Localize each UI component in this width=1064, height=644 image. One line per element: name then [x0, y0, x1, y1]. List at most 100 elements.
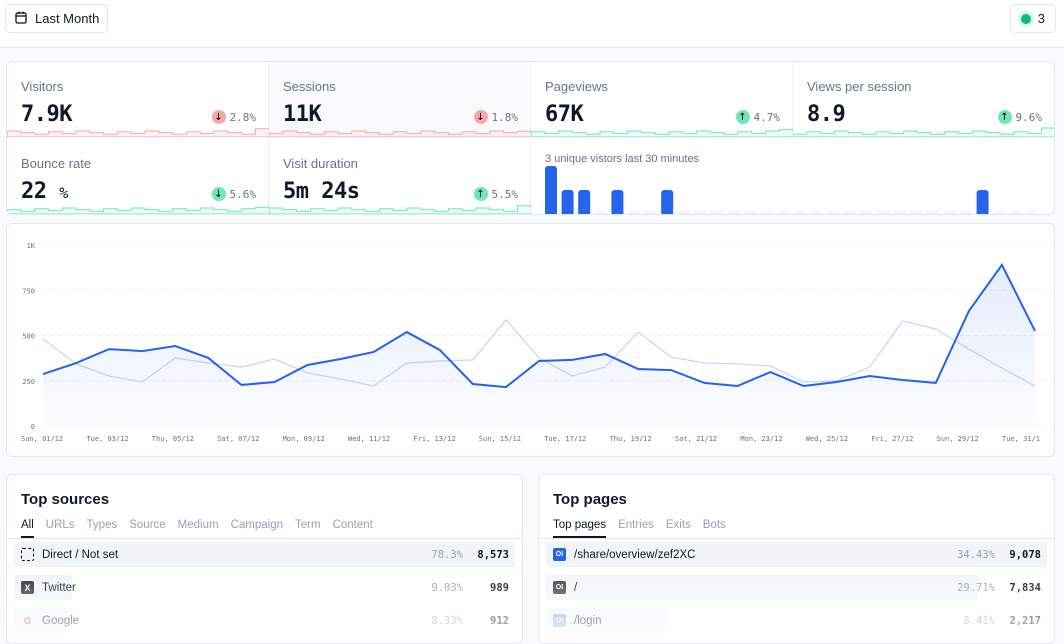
realtime-bar-empty [844, 212, 856, 214]
x-tick-label: Sat, 07/12 [217, 435, 259, 443]
arrow-down-icon: ↓ [474, 110, 488, 124]
tab-exits[interactable]: Exits [666, 519, 691, 538]
realtime-bar-empty [595, 212, 607, 214]
kpi-visit-duration[interactable]: Visit duration 5m 24s ↑5.5% [269, 139, 531, 215]
kpi-change: ↓2.8% [212, 110, 257, 124]
realtime-bar [611, 190, 623, 214]
x-tick-label: Thu, 19/12 [610, 435, 652, 443]
kpi-sparkline [7, 123, 269, 137]
tab-term[interactable]: Term [295, 519, 321, 538]
top-pages-panel: Top pages Top pages Entries Exits Bots OI /… [538, 474, 1055, 644]
realtime-count: 3 [1038, 11, 1045, 26]
row-count: 9,078 [1009, 549, 1041, 561]
realtime-bar-empty [877, 212, 889, 214]
top-sources-tabs: All URLs Types Source Medium Campaign Term Cont… [21, 519, 373, 538]
x-tick-label: Wed, 11/12 [348, 435, 390, 443]
y-tick-label: 250 [22, 378, 35, 386]
kpi-card: Visitors 7.9K ↓2.8%Sessions 11K ↓1.8%Pag… [6, 61, 1055, 215]
realtime-label: 3 unique vistors last 30 minutes [545, 153, 699, 165]
tab-all[interactable]: All [21, 519, 34, 538]
realtime-bar-empty [1010, 212, 1022, 214]
tab-source[interactable]: Source [129, 519, 165, 538]
tab-urls[interactable]: URLs [46, 519, 75, 538]
tab-bots[interactable]: Bots [703, 519, 726, 538]
x-tick-label: Fri, 13/12 [413, 435, 455, 443]
x-tick-label: Sun, 15/12 [479, 435, 521, 443]
realtime-bar-empty [993, 212, 1005, 214]
realtime-button[interactable]: 3 [1010, 4, 1056, 33]
kpi-change: ↓1.8% [474, 110, 519, 124]
tab-top-pages[interactable]: Top pages [553, 519, 606, 538]
kpi-sessions[interactable]: Sessions 11K ↓1.8% [269, 62, 531, 138]
list-item[interactable]: Direct / Not set 78.3% 8,573 [14, 542, 515, 567]
realtime-bar [562, 190, 574, 214]
tab-content[interactable]: Content [333, 519, 373, 538]
tab-medium[interactable]: Medium [178, 519, 219, 538]
realtime-bar [661, 190, 673, 214]
realtime-bar-empty [894, 212, 906, 214]
kpi-bounce-rate[interactable]: Bounce rate 22 % ↓5.6% [7, 139, 269, 215]
date-range-button[interactable]: Last Month [5, 4, 108, 33]
top-pages-title: Top pages [553, 491, 627, 508]
realtime-bar-empty [761, 212, 773, 214]
realtime-bar-empty [927, 212, 939, 214]
kpi-label: Visit duration [283, 156, 358, 171]
x-tick-label: Mon, 09/12 [283, 435, 325, 443]
row-percent: 34.43% [957, 549, 995, 561]
x-tick-label: Wed, 25/12 [806, 435, 848, 443]
row-percent: 78.3% [431, 549, 463, 561]
realtime-bar-empty [960, 212, 972, 214]
realtime-bar-empty [910, 212, 922, 214]
kpi-views-per-session[interactable]: Views per session 8.9 ↑9.6% [793, 62, 1055, 138]
x-tick-label: Tue, 03/12 [86, 435, 128, 443]
realtime-bar-empty [628, 212, 640, 214]
direct-icon [21, 548, 34, 561]
kpi-sparkline [7, 200, 269, 214]
tab-types[interactable]: Types [87, 519, 118, 538]
realtime-bar-empty [711, 212, 723, 214]
date-range-label: Last Month [35, 11, 99, 26]
kpi-change: ↑9.6% [998, 110, 1043, 124]
x-tick-label: Fri, 27/12 [871, 435, 913, 443]
realtime-bar-chart [545, 166, 1035, 214]
realtime-bar-empty [943, 212, 955, 214]
live-dot-icon [1021, 14, 1031, 24]
arrow-up-icon: ↑ [736, 110, 750, 124]
kpi-label: Views per session [807, 79, 912, 94]
x-tick-label: Sun, 01/12 [21, 435, 63, 443]
arrow-down-icon: ↓ [212, 187, 226, 201]
kpi-label: Visitors [21, 79, 63, 94]
kpi-sparkline [269, 200, 531, 214]
kpi-sparkline [269, 123, 531, 137]
x-tick-label: Tue, 17/12 [544, 435, 586, 443]
realtime-bar [578, 190, 590, 214]
row-count: 8,573 [477, 549, 509, 561]
tab-campaign[interactable]: Campaign [231, 519, 283, 538]
x-tick-label: Sun, 29/12 [937, 435, 979, 443]
x-tick-label: Tue, 31/1 [1002, 435, 1040, 443]
top-pages-tabs: Top pages Entries Exits Bots [553, 519, 726, 538]
realtime-bar-empty [827, 212, 839, 214]
arrow-up-icon: ↑ [474, 187, 488, 201]
kpi-change: ↓5.6% [212, 187, 257, 201]
arrow-up-icon: ↑ [998, 110, 1012, 124]
visitors-line-chart: 02505007501KSun, 01/12Tue, 03/12Thu, 05/… [7, 224, 1055, 457]
kpi-change: ↑5.5% [474, 187, 519, 201]
x-tick-label: Sat, 21/12 [675, 435, 717, 443]
kpi-visitors[interactable]: Visitors 7.9K ↓2.8% [7, 62, 269, 138]
top-sources-title: Top sources [21, 491, 109, 508]
realtime-bar-empty [678, 212, 690, 214]
row-name: /share/overview/zef2XC [574, 549, 695, 561]
y-tick-label: 1K [27, 242, 36, 250]
kpi-pageviews[interactable]: Pageviews 67K ↑4.7% [531, 62, 793, 138]
list-item[interactable]: OI /share/overview/zef2XC 34.43% 9,078 [546, 542, 1047, 567]
tab-entries[interactable]: Entries [618, 519, 654, 538]
realtime-bar-empty [777, 212, 789, 214]
arrow-down-icon: ↓ [212, 110, 226, 124]
calendar-icon [14, 10, 28, 27]
series-area [43, 265, 1035, 426]
kpi-change: ↑4.7% [736, 110, 781, 124]
realtime-bar-empty [694, 212, 706, 214]
top-bar: Last Month 3 [0, 0, 1064, 48]
y-tick-label: 500 [22, 333, 35, 341]
